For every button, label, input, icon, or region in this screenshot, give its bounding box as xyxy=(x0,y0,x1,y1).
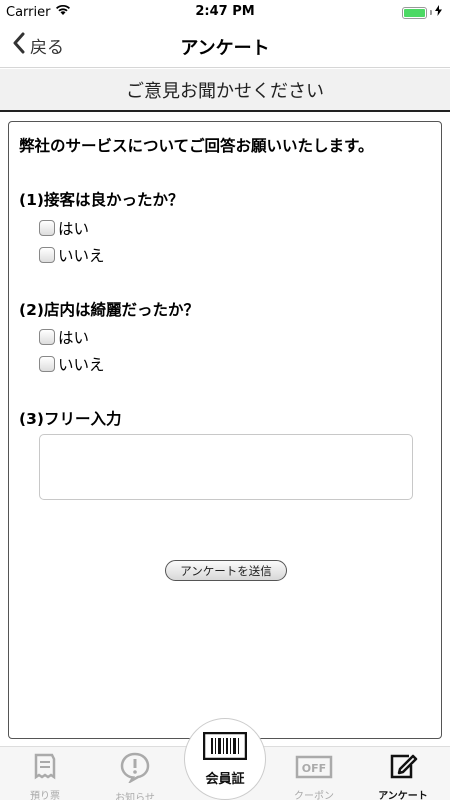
tab-notice-label: お知らせ xyxy=(115,793,155,800)
q2-no-checkbox[interactable] xyxy=(39,356,55,372)
exclamation-icon xyxy=(119,751,151,786)
tab-member-card[interactable]: 会員証 xyxy=(184,718,266,800)
page-title: アンケート xyxy=(180,38,270,59)
q2-yes-label: はい xyxy=(58,329,90,347)
pencil-edit-icon xyxy=(387,751,419,784)
tab-coupon[interactable]: OFF クーポン xyxy=(279,751,349,800)
q2-yes-checkbox[interactable] xyxy=(39,329,55,345)
charging-icon xyxy=(435,5,442,20)
battery-cap xyxy=(430,10,432,15)
q1-no-checkbox[interactable] xyxy=(39,247,55,263)
question-3-label: (3)フリー入力 xyxy=(19,410,122,428)
question-2-label: (2)店内は綺麗だったか？ xyxy=(19,301,199,319)
free-input-field[interactable] xyxy=(39,434,413,500)
tab-survey[interactable]: アンケート xyxy=(368,751,438,800)
status-bar: Carrier 2:47 PM xyxy=(0,0,450,24)
nav-bar: 戻る アンケート xyxy=(0,24,450,68)
coupon-icon-text: OFF xyxy=(302,762,326,775)
q1-option-no[interactable]: いいえ xyxy=(39,244,105,266)
q2-option-yes[interactable]: はい xyxy=(39,326,89,348)
q1-yes-checkbox[interactable] xyxy=(39,220,55,236)
tab-coupon-label: クーポン xyxy=(294,791,334,800)
q1-yes-label: はい xyxy=(58,220,90,238)
battery-icon xyxy=(402,6,427,19)
tab-member-card-label: 会員証 xyxy=(205,771,245,787)
q1-no-label: いいえ xyxy=(58,247,105,265)
question-1-label: (1)接客は良かったか？ xyxy=(19,191,184,209)
status-right xyxy=(402,5,442,20)
submit-survey-button[interactable]: アンケートを送信 xyxy=(165,560,287,581)
tab-receipt-label: 預り票 xyxy=(30,791,60,800)
q1-option-yes[interactable]: はい xyxy=(39,217,89,239)
status-time: 2:47 PM xyxy=(195,4,255,19)
section-header: ご意見お聞かせください xyxy=(0,69,450,112)
tab-survey-label: アンケート xyxy=(378,791,428,800)
barcode-icon xyxy=(202,731,248,764)
tab-receipt[interactable]: 預り票 xyxy=(10,751,80,800)
form-intro: 弊社のサービスについてご回答お願いいたします。 xyxy=(19,137,374,155)
survey-form: 弊社のサービスについてご回答お願いいたします。 (1)接客は良かったか？ はい … xyxy=(8,121,442,739)
q2-option-no[interactable]: いいえ xyxy=(39,353,105,375)
tab-notice[interactable]: お知らせ xyxy=(100,751,170,800)
coupon-icon: OFF xyxy=(294,751,334,784)
receipt-icon xyxy=(30,751,60,784)
q2-no-label: いいえ xyxy=(58,356,105,374)
